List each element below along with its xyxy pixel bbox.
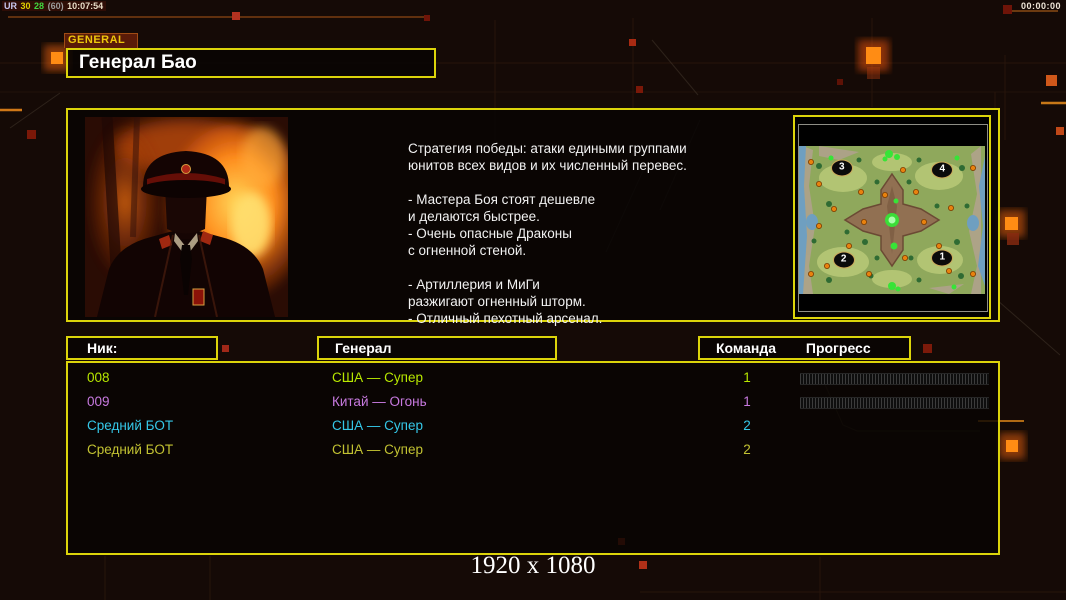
player-team: 1	[702, 390, 792, 414]
player-progress-bar	[800, 373, 989, 385]
header-nick: Ник:	[66, 336, 218, 360]
strategy-text: Стратегия победы: атаки едиными группами…	[408, 140, 738, 327]
player-general: США — Супер	[332, 438, 423, 462]
player-team: 2	[702, 438, 792, 462]
debug-stats-segment: 28	[34, 1, 44, 11]
spawn-marker-4: 4	[931, 161, 953, 178]
minimap-frame: 3 4 2 1	[798, 124, 988, 312]
loading-screen: UR 30 28 (60) 10:07:54 00:00:00 GENERAL …	[0, 0, 1066, 600]
tab-general[interactable]: GENERAL	[64, 33, 138, 48]
header-progress: Прогресс	[806, 338, 871, 358]
spawn-marker-3: 3	[831, 160, 853, 177]
debug-stats-segment: UR	[4, 1, 17, 11]
spawn-marker-1: 1	[931, 250, 953, 267]
resolution-label: 1920 x 1080	[0, 552, 1066, 580]
header-general: Генерал	[317, 336, 557, 360]
player-team: 1	[702, 366, 792, 390]
debug-stats-segment: 30	[21, 1, 31, 11]
debug-stats-segment: 10:07:54	[67, 1, 103, 11]
table-row: Средний БОТ США — Супер 2	[68, 414, 998, 438]
general-name: Генерал Бао	[79, 52, 197, 73]
match-timer: 00:00:00	[1021, 1, 1061, 11]
minimap: 3 4 2 1	[793, 115, 991, 319]
table-row: 008 США — Супер 1	[68, 366, 998, 390]
player-general: США — Супер	[332, 414, 423, 438]
player-general: США — Супер	[332, 366, 423, 390]
header-team-progress: Команда Прогресс	[698, 336, 911, 360]
player-nick: Средний БОТ	[87, 414, 173, 438]
player-team: 2	[702, 414, 792, 438]
table-row: Средний БОТ США — Супер 2	[68, 438, 998, 462]
general-name-box: Генерал Бао	[66, 48, 436, 78]
minimap-terrain-image	[799, 146, 985, 294]
minimap-terrain: 3 4 2 1	[799, 146, 985, 294]
player-nick: 008	[87, 366, 110, 390]
player-general: Китай — Огонь	[332, 390, 427, 414]
spawn-marker-2: 2	[833, 251, 855, 268]
debug-stats-segment: (60)	[48, 1, 64, 11]
player-table: 008 США — Супер 1 009 Китай — Огонь 1 Ср…	[66, 361, 1000, 555]
player-progress-bar	[800, 397, 989, 409]
table-row: 009 Китай — Огонь 1	[68, 390, 998, 414]
player-nick: 009	[87, 390, 110, 414]
debug-stats: UR 30 28 (60) 10:07:54	[2, 1, 106, 11]
general-portrait	[85, 117, 288, 317]
player-nick: Средний БОТ	[87, 438, 173, 462]
header-team: Команда	[716, 338, 776, 358]
